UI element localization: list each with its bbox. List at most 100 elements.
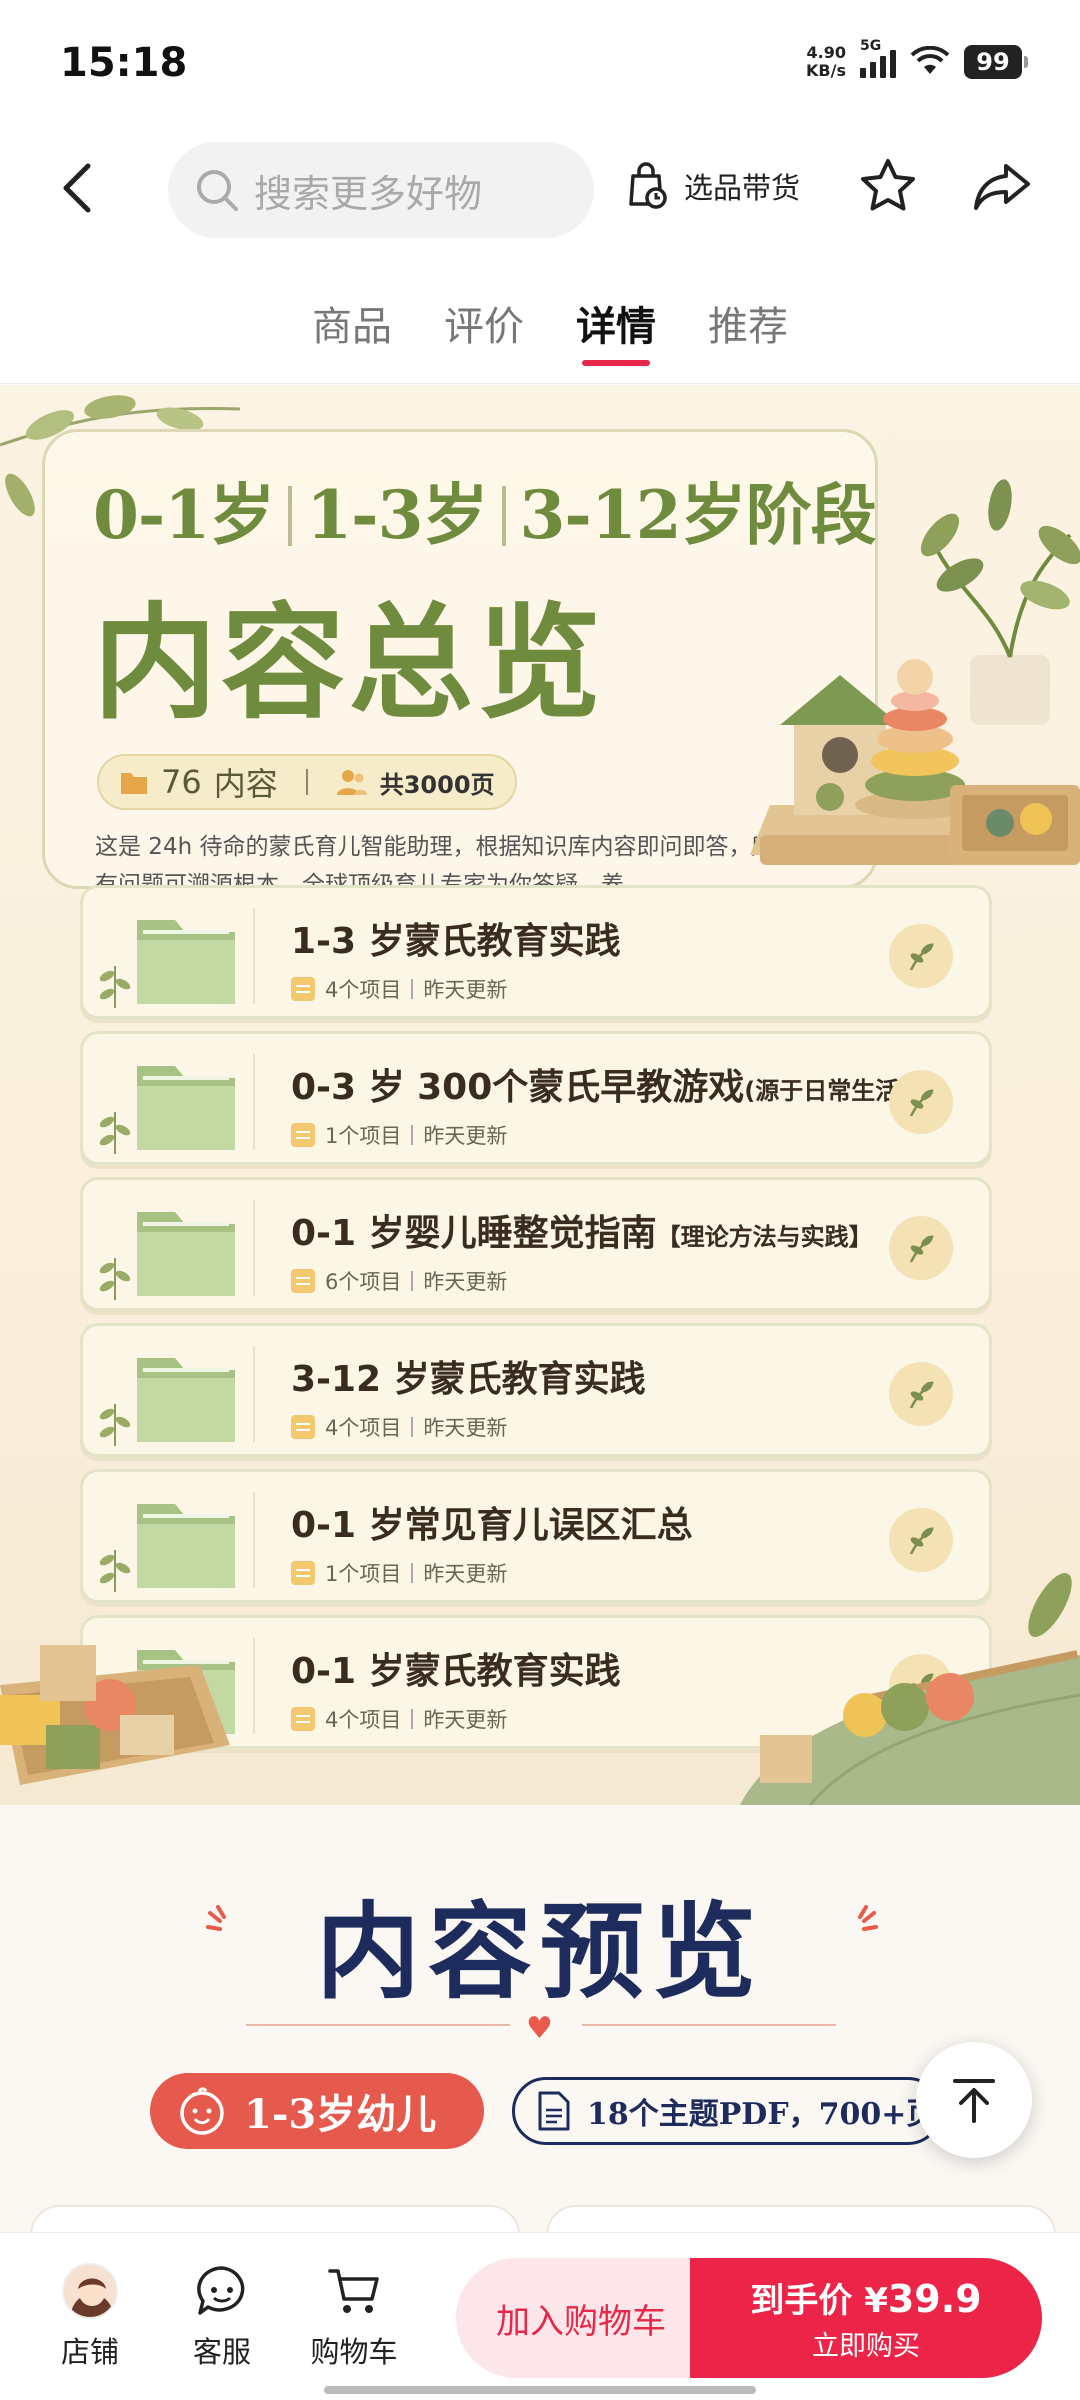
cellular-signal-icon: 5G [860, 38, 896, 78]
sprig-icon [99, 1550, 131, 1592]
content-preview-section: 内容预览 ♥ 1-3岁幼儿 18个主题PDF，700+页 [0, 1805, 1080, 2285]
chevron-left-icon [63, 163, 91, 213]
folder-title: 0-1 岁常见育儿误区汇总 [291, 1505, 693, 1546]
shop-button[interactable]: 店铺 [40, 2263, 140, 2371]
folder-title: 0-1 岁蒙氏教育实践 [291, 1651, 621, 1692]
folder-icon [137, 1066, 235, 1150]
add-to-cart-button[interactable]: 加入购物车 [456, 2258, 706, 2378]
customer-service-button[interactable]: 客服 [172, 2263, 272, 2371]
baby-face-icon [180, 2087, 224, 2135]
folder-icon [137, 1504, 235, 1588]
chat-bubble-icon [197, 2266, 245, 2315]
folder-item-count: 1个项目 [325, 1562, 402, 1586]
status-indicators: 4.90 KB/s 5G 99 [806, 38, 1028, 80]
age-group-label: 1-3岁幼儿 [244, 2091, 437, 2138]
select-goods-button[interactable]: 选品带货 [628, 162, 800, 210]
customer-service-label: 客服 [192, 2335, 251, 2369]
shop-avatar [62, 2263, 118, 2319]
network-speed: 4.90 KB/s [806, 44, 846, 80]
buy-now-button[interactable]: 到手价 ¥39.9 立即购买 [690, 2258, 1042, 2378]
folder-updated: 昨天更新 [423, 1270, 508, 1294]
arrow-up-to-top-icon [953, 2079, 995, 2123]
search-icon [197, 170, 238, 211]
tab-reviews[interactable]: 评价 [444, 248, 524, 383]
total-pages: 共3000页 [379, 770, 495, 799]
folder-item-count: 4个项目 [325, 978, 402, 1002]
wooden-blocks-decoration [0, 1645, 230, 1785]
folder-meta: 4个项目 昨天更新 [291, 1704, 507, 1734]
folder-title: 3-12 岁蒙氏教育实践 [291, 1359, 646, 1400]
scroll-to-top-button[interactable] [916, 2042, 1032, 2158]
folder-icon [137, 1212, 235, 1296]
folder-updated: 昨天更新 [423, 1416, 508, 1440]
sprig-icon [99, 1404, 131, 1446]
folder-icon [137, 920, 235, 1004]
folder-item-count: 6个项目 [325, 1270, 402, 1294]
network-type: 5G [860, 38, 882, 54]
leaf-icon [889, 1216, 953, 1280]
preview-title: 内容预览 [315, 1890, 764, 2013]
leaf-icon [889, 1508, 953, 1572]
tab-details[interactable]: 详情 [576, 248, 656, 383]
wooden-toys-illustration [750, 479, 1080, 865]
folder-meta: 4个项目 昨天更新 [291, 974, 507, 1004]
document-icon [291, 1561, 315, 1585]
buy-now-label: 立即购买 [812, 2331, 920, 2362]
document-icon [291, 977, 315, 1001]
leaf-icon [889, 1362, 953, 1426]
folder-updated: 昨天更新 [423, 1562, 508, 1586]
home-indicator [324, 2386, 756, 2394]
folder-title: 0-1 岁婴儿睡整觉指南【理论方法与实践】 [291, 1213, 873, 1254]
network-speed-unit: KB/s [806, 61, 846, 80]
top-nav-bar: 搜索更多好物 选品带货 [0, 132, 1080, 248]
document-icon [291, 1123, 315, 1147]
document-icon [538, 2091, 570, 2131]
folder-item[interactable]: 0-1 岁婴儿睡整觉指南【理论方法与实践】 6个项目 昨天更新 [80, 1177, 992, 1311]
final-price: 到手价 ¥39.9 [750, 2277, 982, 2321]
folder-title: 0-3 岁 300个蒙氏早教游戏(源于日常生活) [291, 1067, 911, 1108]
tab-product[interactable]: 商品 [312, 248, 392, 383]
folder-updated: 昨天更新 [423, 1124, 508, 1148]
folder-item[interactable]: 0-3 岁 300个蒙氏早教游戏(源于日常生活) 1个项目 昨天更新 [80, 1031, 992, 1165]
document-icon [291, 1707, 315, 1731]
favorite-button[interactable] [856, 154, 920, 218]
folder-meta: 1个项目 昨天更新 [291, 1120, 507, 1150]
shopping-cart-icon [328, 2269, 379, 2313]
shopping-bag-icon [629, 162, 667, 209]
wifi-icon [910, 46, 950, 74]
folder-item[interactable]: 3-12 岁蒙氏教育实践 4个项目 昨天更新 [80, 1323, 992, 1457]
leaf-icon [889, 924, 953, 988]
bottom-action-bar: 店铺 客服 购物车 加入购物车 到手价 ¥39.9 立即购买 [0, 2232, 1080, 2400]
sprig-icon [99, 1258, 131, 1300]
blanket-bead-toy-decoration [740, 1573, 1080, 1805]
section-tabs: 商品 评价 详情 推荐 [0, 248, 1080, 384]
age-stage-0-1: 0-1岁 [93, 476, 275, 554]
content-stats: 76 内容 共3000页 [97, 754, 517, 810]
folder-item[interactable]: 1-3 岁蒙氏教育实践 4个项目 昨天更新 [80, 885, 992, 1019]
share-button[interactable] [970, 154, 1034, 218]
folder-meta: 4个项目 昨天更新 [291, 1412, 507, 1442]
status-bar: 15:18 4.90 KB/s 5G 99 [0, 0, 1080, 132]
leaf-icon [889, 1070, 953, 1134]
pdf-info-label: 18个主题PDF，700+页 [587, 2097, 937, 2132]
users-icon [336, 770, 367, 795]
folder-meta: 6个项目 昨天更新 [291, 1266, 507, 1296]
age-group-pill[interactable]: 1-3岁幼儿 [150, 2073, 484, 2149]
content-count: 76 [161, 763, 202, 801]
sprig-icon [99, 966, 131, 1008]
tab-recommend[interactable]: 推荐 [708, 248, 788, 383]
back-button[interactable] [46, 156, 110, 220]
document-icon [291, 1415, 315, 1439]
folder-updated: 昨天更新 [423, 1708, 508, 1732]
pdf-info-pill: 18个主题PDF，700+页 [512, 2077, 942, 2145]
battery-indicator: 99 [964, 45, 1028, 79]
folder-updated: 昨天更新 [423, 978, 508, 1002]
cart-nav-button[interactable]: 购物车 [304, 2263, 404, 2371]
sprig-icon [99, 1112, 131, 1154]
folder-icon [137, 1358, 235, 1442]
search-input[interactable]: 搜索更多好物 [168, 142, 594, 238]
folder-item-count: 4个项目 [325, 1416, 402, 1440]
folder-item-count: 4个项目 [325, 1708, 402, 1732]
heart-icon: ♥ [526, 2011, 553, 2046]
folder-meta: 1个项目 昨天更新 [291, 1558, 507, 1588]
